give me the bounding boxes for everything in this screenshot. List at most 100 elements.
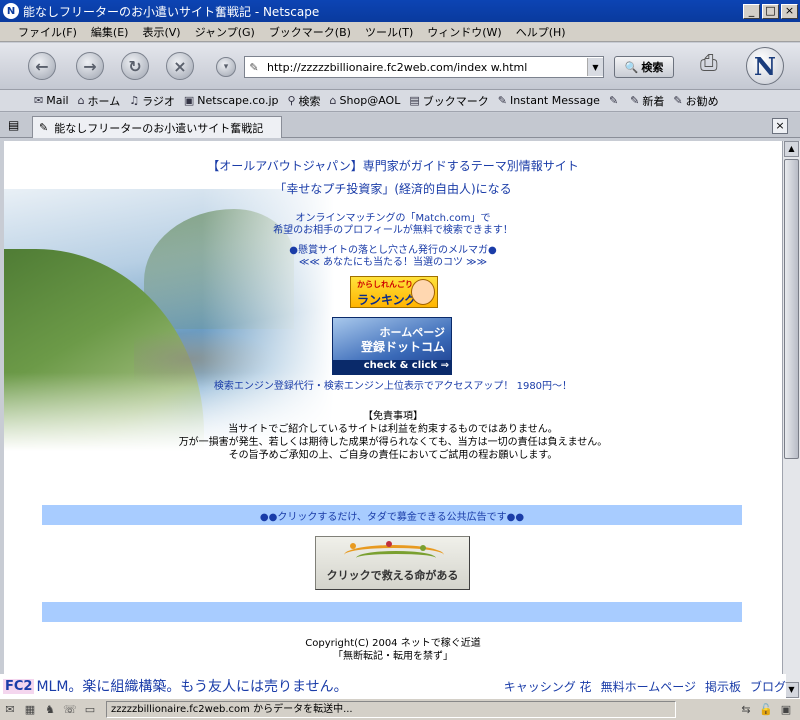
url-bar[interactable]: ✎ ▼: [244, 56, 604, 78]
toolbar-item-instant-message[interactable]: ✎ Instant Message: [498, 94, 600, 107]
match-link-line2[interactable]: 希望のお相手のプロフィールが無料で検索できます！: [4, 221, 782, 236]
fc2-logo[interactable]: FC2: [3, 678, 35, 694]
url-dropdown-icon[interactable]: ▼: [587, 58, 603, 76]
page-content: 【オールアバウトジャパン】専門家がガイドするテーマ別情報サイト 「幸せなプチ投資…: [4, 141, 782, 674]
seo-link[interactable]: 検索エンジン登録代行・検索エンジン上位表示でアクセスアップ！ 1980円～！: [4, 377, 782, 392]
link-icon: ✎: [497, 94, 507, 107]
tab-bar: ▤ ✎ 能なしフリーターのお小遣いサイト奮戦記 ×: [0, 113, 800, 138]
personal-toolbar: ✉ Mail ⌂ ホーム ♫ ラジオ ▣ Netscape.co.jp ⚲ 検索 ⌂ Sho…: [0, 90, 800, 112]
search-icon: 🔍: [624, 60, 639, 74]
reload-icon: ↻: [128, 56, 142, 76]
shop-icon: ⌂: [329, 94, 337, 107]
status-bar: ✉ ▦ ♞ ☏ ▭ zzzzzbillionaire.fc2web.com から…: [0, 698, 800, 720]
toolbar-item-radio[interactable]: ♫ ラジオ: [129, 93, 175, 109]
back-arrow-icon: ←: [35, 56, 49, 76]
ad-link-bbs[interactable]: 掲示板: [705, 678, 741, 695]
toolbar-item-search[interactable]: ⚲ 検索: [287, 93, 320, 109]
radio-icon: ♫: [129, 94, 140, 107]
close-button[interactable]: ×: [781, 3, 798, 19]
offline-icon[interactable]: ▣: [776, 703, 796, 716]
click-donation-label: クリックで救える命がある: [326, 569, 459, 582]
menu-tools[interactable]: ツール(T): [365, 24, 413, 40]
menu-help[interactable]: ヘルプ(H): [516, 24, 566, 40]
homepage-registration-banner[interactable]: ホームページ 登録ドットコム check & click ⇒: [332, 317, 452, 375]
tab-current[interactable]: ✎ 能なしフリーターのお小遣いサイト奮戦記: [32, 116, 282, 138]
home-icon: ⌂: [77, 94, 85, 107]
chevron-down-icon: ▾: [223, 62, 229, 72]
click-donation-button[interactable]: クリックで救える命がある: [315, 536, 470, 590]
aim-icon[interactable]: ♞: [40, 703, 60, 716]
face-icon: [411, 279, 435, 305]
disclaimer-line3: その旨予めご承知の上、ご自身の責任においてご試用の程お願いします。: [228, 450, 558, 461]
minimize-button[interactable]: _: [743, 3, 760, 19]
ranking-banner-main: ランキング: [357, 293, 417, 307]
scroll-up-icon[interactable]: ▲: [784, 141, 799, 157]
address-book-icon[interactable]: ☏: [60, 703, 80, 716]
window-title: 能なしフリーターのお小遣いサイト奮戦記 - Netscape: [23, 4, 320, 19]
menu-go[interactable]: ジャンプ(G): [195, 24, 255, 40]
close-tab-button[interactable]: ×: [772, 118, 788, 134]
no-reproduction-notice: 「無断転記・転用を禁ず」: [333, 651, 453, 662]
ad-link-cashing[interactable]: キャッシング 花: [504, 678, 592, 695]
toolbar-item-home[interactable]: ⌂ ホーム: [78, 93, 121, 109]
toolbar-item-shop[interactable]: ⌂ Shop@AOL: [330, 94, 401, 107]
mail-icon[interactable]: ✉: [0, 703, 20, 716]
link-icon: ✎: [630, 94, 640, 107]
ranking-banner-top: からしれんごり: [357, 280, 413, 289]
toolbar-item-bookmarks[interactable]: ▤ ブックマーク: [409, 93, 488, 109]
stop-icon: ×: [173, 56, 187, 76]
netscape-app-icon[interactable]: N: [3, 3, 19, 19]
maximize-button[interactable]: □: [762, 3, 779, 19]
menu-file[interactable]: ファイル(F): [18, 24, 77, 40]
ranking-banner[interactable]: からしれんごり ランキング: [350, 276, 438, 308]
menu-edit[interactable]: 編集(E): [91, 24, 129, 40]
security-lock-icon[interactable]: 🔓: [756, 703, 776, 716]
bookmark-icon: ▤: [409, 94, 420, 107]
scroll-thumb[interactable]: [784, 159, 799, 459]
link-icon: ✎: [608, 94, 619, 107]
search-icon: ⚲: [287, 94, 296, 107]
netscape-logo[interactable]: N: [746, 47, 784, 85]
public-ad-text[interactable]: ●●クリックするだけ、タダで募金できる公共広告です●●: [260, 508, 524, 523]
back-button[interactable]: ←: [28, 52, 56, 80]
petit-investor-link[interactable]: 「幸せなプチ投資家」(経済的自由人)になる: [4, 180, 782, 197]
url-input[interactable]: [263, 58, 587, 76]
toolbar-item-recommend[interactable]: ✎ お勧め: [673, 93, 718, 109]
toolbar-item-mail[interactable]: ✉ Mail: [34, 94, 69, 107]
print-icon[interactable]: ⎙: [700, 51, 718, 76]
toolbar-item-link[interactable]: ✎: [609, 94, 621, 107]
status-text: zzzzzbillionaire.fc2web.com からデータを転送中...: [106, 701, 676, 718]
public-ad-band-bottom: [42, 602, 742, 622]
chat-icon[interactable]: ▭: [80, 703, 100, 716]
toolbar-item-netscape[interactable]: ▣ Netscape.co.jp: [184, 94, 279, 107]
new-tab-icon[interactable]: ▤: [8, 118, 19, 132]
my-icon: ▣: [183, 94, 195, 107]
stop-button[interactable]: ×: [166, 52, 194, 80]
reg-banner-line3: check & click ⇒: [333, 360, 451, 374]
reload-button[interactable]: ↻: [121, 52, 149, 80]
history-dropdown-button[interactable]: ▾: [216, 57, 236, 77]
tab-page-icon: ✎: [39, 121, 49, 134]
toolbar-item-new[interactable]: ✎ 新着: [630, 93, 664, 109]
menu-bookmarks[interactable]: ブックマーク(B): [269, 24, 351, 40]
menu-view[interactable]: 表示(V): [142, 24, 180, 40]
search-button[interactable]: 🔍 検索: [614, 56, 674, 78]
forward-button[interactable]: →: [76, 52, 104, 80]
fc2-ad-line: FC2 MLM。楽に組織構築。もう友人には売りません。 キャッシング 花 無料ホ…: [0, 674, 786, 698]
mail-icon: ✉: [34, 94, 44, 107]
reg-banner-line2: 登録ドットコム: [360, 340, 445, 354]
ad-link-blog[interactable]: ブログ: [750, 678, 786, 695]
search-button-label: 検索: [641, 61, 664, 74]
menu-bar: ファイル(F) 編集(E) 表示(V) ジャンプ(G) ブックマーク(B) ツー…: [0, 22, 800, 42]
ad-link-free-homepage[interactable]: 無料ホームページ: [601, 678, 696, 695]
scroll-down-icon[interactable]: ▼: [784, 682, 799, 698]
menu-window[interactable]: ウィンドウ(W): [427, 24, 501, 40]
navigation-toolbar: ← → ↻ × ▾ ✎ ▼ 🔍 検索 ⎙ N: [0, 43, 800, 90]
title-bar: N 能なしフリーターのお小遣いサイト奮戦記 - Netscape _ □ ×: [0, 0, 800, 22]
forward-arrow-icon: →: [83, 56, 97, 76]
allabout-link[interactable]: 【オールアバウトジャパン】専門家がガイドするテーマ別情報サイト: [4, 157, 782, 174]
fc2-ad-message[interactable]: MLM。楽に組織構築。もう友人には売りません。: [36, 676, 347, 696]
vertical-scrollbar[interactable]: ▲ ▼: [782, 141, 800, 698]
composer-icon[interactable]: ▦: [20, 703, 40, 716]
magazine-line2[interactable]: ≪≪ あなたにも当たる！当選のコツ ≫≫: [4, 253, 782, 268]
